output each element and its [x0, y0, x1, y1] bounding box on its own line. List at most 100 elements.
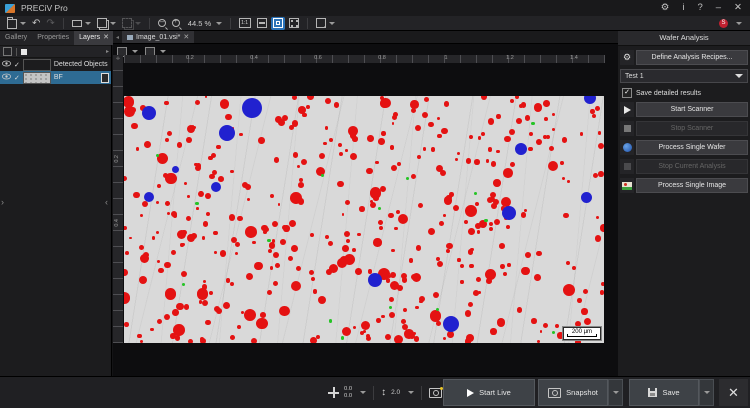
red-particle	[366, 168, 372, 174]
layer-options-icon[interactable]	[3, 47, 12, 56]
tab-scroll-left-icon[interactable]: ◂	[113, 34, 122, 41]
layer-checkbox[interactable]: ✓	[14, 61, 20, 69]
stage-xy-icon[interactable]	[328, 387, 339, 398]
green-particle	[531, 122, 534, 125]
open-file-button[interactable]	[5, 17, 28, 30]
horizontal-ruler: 0.20.40.60.811.21.4	[124, 55, 605, 63]
zoom-in-button[interactable]	[170, 17, 182, 30]
undo-button[interactable]: ↶	[30, 17, 42, 30]
red-particle	[381, 315, 385, 319]
window-controls: ⚙ i?–✕	[661, 0, 742, 16]
specimen-image[interactable]: 200 µm	[124, 96, 604, 343]
fit-screen-button[interactable]	[271, 17, 285, 30]
layer-checkbox[interactable]: ✓	[14, 74, 20, 82]
close-tab-icon[interactable]: ✕	[103, 31, 109, 45]
user-badge[interactable]: S	[719, 17, 742, 30]
red-particle	[246, 273, 253, 280]
red-particle	[418, 203, 423, 208]
close-icon[interactable]: ✕	[734, 0, 742, 16]
red-particle	[345, 200, 350, 205]
save-button[interactable]: Save	[629, 379, 699, 406]
red-particle	[184, 182, 187, 185]
red-particle	[375, 161, 379, 165]
tab-gallery[interactable]: Gallery	[0, 31, 32, 45]
close-tab-icon[interactable]: ✕	[183, 33, 189, 41]
copy-button[interactable]	[95, 17, 118, 30]
red-particle	[293, 152, 299, 158]
start-scanner-button[interactable]: Start Scanner	[636, 102, 748, 117]
collapse-left-panel-icon[interactable]: ‹	[105, 198, 108, 207]
red-particle	[562, 177, 566, 181]
red-particle	[291, 281, 301, 291]
red-particle	[256, 318, 268, 330]
chevron-down-icon[interactable]	[360, 391, 366, 394]
define-analysis-recipes-button[interactable]: Define Analysis Recipes...	[636, 50, 748, 65]
tab-label: Properties	[37, 31, 69, 45]
red-particle	[478, 136, 481, 139]
zoom-out-button[interactable]	[156, 17, 168, 30]
red-particle	[581, 308, 587, 314]
eye-icon[interactable]	[2, 60, 11, 69]
settings-icon[interactable]: ⚙	[661, 0, 670, 16]
scroll-right-icon[interactable]: ▸	[106, 48, 109, 55]
close-workspace-button[interactable]: ✕	[719, 379, 748, 406]
redo-button[interactable]: ↷	[44, 17, 56, 30]
document-tab[interactable]: Image_01.vsi* ✕	[122, 31, 194, 43]
eye-icon[interactable]	[2, 73, 11, 82]
red-particle	[516, 118, 522, 124]
tab-properties[interactable]: Properties	[32, 31, 74, 45]
checkbox-checked-icon[interactable]	[622, 88, 632, 98]
fit-width-button[interactable]	[255, 17, 269, 30]
paste-button[interactable]	[120, 17, 143, 30]
red-particle	[394, 335, 403, 343]
process-single-image-button[interactable]: Process Single Image	[636, 178, 748, 193]
red-particle	[367, 135, 374, 142]
chevron-down-icon[interactable]	[736, 22, 742, 25]
red-particle	[494, 219, 501, 226]
ruler-corner: ✛	[113, 55, 123, 63]
red-particle	[419, 300, 422, 303]
layer-row[interactable]: ✓BF	[0, 71, 111, 84]
red-particle	[220, 250, 227, 257]
expand-panel-icon[interactable]: ›	[1, 198, 4, 207]
snapshot-button[interactable]: Snapshot	[538, 379, 608, 406]
tab-layers[interactable]: Layers✕	[74, 31, 114, 45]
red-particle	[478, 291, 481, 294]
red-particle	[373, 238, 381, 246]
new-layer-icon[interactable]	[21, 49, 27, 55]
minimize-icon[interactable]: –	[716, 0, 721, 16]
green-particle	[195, 202, 198, 205]
action-icon-cell	[620, 102, 634, 117]
actual-size-button[interactable]	[237, 17, 253, 30]
red-particle	[177, 230, 186, 239]
zoom-level-button[interactable]: 44.5 %	[184, 17, 224, 30]
snapshot-options-button[interactable]	[608, 379, 623, 406]
red-particle	[230, 282, 234, 286]
red-particle	[493, 179, 500, 186]
layer-properties-icon[interactable]	[101, 73, 109, 83]
stage-z-icon[interactable]: ↕	[381, 387, 386, 398]
recipe-select[interactable]: Test 1	[620, 69, 748, 83]
red-particle	[182, 243, 185, 246]
red-particle	[133, 192, 139, 198]
layer-row[interactable]: ✓Detected Objects	[0, 58, 111, 71]
blue-particle	[502, 206, 516, 220]
fullscreen-button[interactable]	[287, 17, 301, 30]
red-particle	[455, 158, 458, 161]
help-icon[interactable]: ?	[697, 0, 702, 16]
save-options-button[interactable]	[699, 379, 714, 406]
save-results-checkbox-row[interactable]: Save detailed results	[622, 88, 748, 98]
red-particle	[536, 139, 542, 145]
annotations-button[interactable]	[314, 17, 337, 30]
ruler-tick-label: 0.2	[186, 55, 194, 61]
chevron-down-icon[interactable]	[408, 391, 414, 394]
process-single-wafer-button[interactable]: Process Single Wafer	[636, 140, 748, 155]
red-particle	[544, 117, 548, 121]
redo-icon: ↷	[46, 18, 54, 29]
start-live-button[interactable]: Start Live	[443, 379, 535, 406]
select-rect-button[interactable]	[70, 17, 93, 30]
info-icon[interactable]: i	[682, 0, 684, 16]
camera-settings-icon[interactable]	[429, 388, 442, 398]
green-particle	[378, 207, 381, 210]
layers-list: ✓Detected Objects✓BF	[0, 58, 111, 84]
